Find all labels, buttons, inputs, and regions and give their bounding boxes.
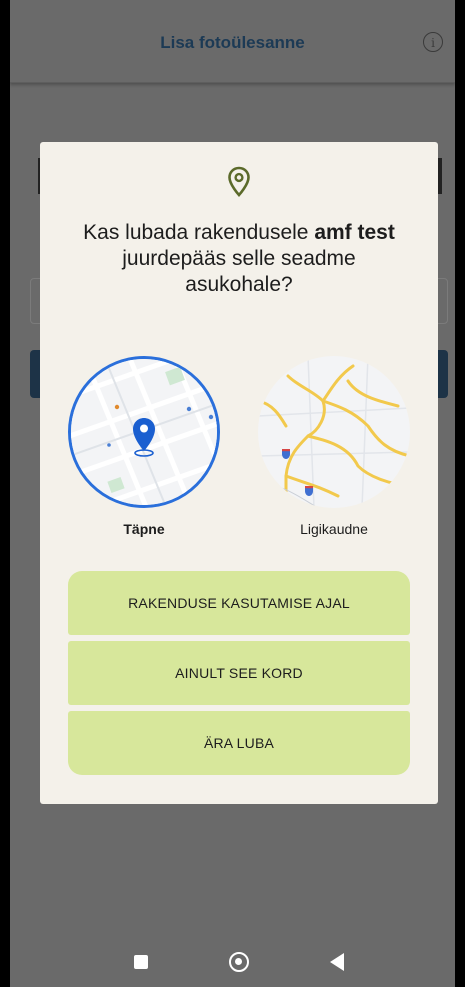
phone-screen: Lisa fotoülesanne i Kas lubada rakenduse… xyxy=(10,0,455,987)
back-icon[interactable] xyxy=(330,953,344,971)
precise-map-illustration xyxy=(68,356,220,508)
allow-only-this-time-button[interactable]: AINULT SEE KORD xyxy=(68,641,410,705)
precise-location-option[interactable]: Täpne xyxy=(68,356,220,537)
permission-question: Kas lubada rakendusele amf test juurdepä… xyxy=(70,220,408,298)
home-icon[interactable] xyxy=(229,952,249,972)
home-icon-dot xyxy=(235,958,242,965)
question-suffix: juurdepääs selle seadme asukohale? xyxy=(122,247,356,296)
app-bar: Lisa fotoülesanne i xyxy=(10,0,455,83)
location-permission-dialog: Kas lubada rakendusele amf test juurdepä… xyxy=(40,142,438,804)
info-icon[interactable]: i xyxy=(423,32,443,52)
approximate-map-illustration xyxy=(258,356,410,508)
question-prefix: Kas lubada rakendusele xyxy=(83,221,315,244)
deny-button[interactable]: ÄRA LUBA xyxy=(68,711,410,775)
app-name: amf test xyxy=(314,221,395,244)
location-pin-icon xyxy=(228,166,250,197)
precise-label: Täpne xyxy=(123,521,165,537)
page-title: Lisa fotoülesanne xyxy=(160,33,305,52)
approximate-location-option[interactable]: Ligikaudne xyxy=(258,356,410,537)
recents-icon[interactable] xyxy=(134,955,148,969)
background-edge-mark xyxy=(438,158,442,194)
allow-while-using-button[interactable]: RAKENDUSE KASUTAMISE AJAL xyxy=(68,571,410,635)
approximate-label: Ligikaudne xyxy=(300,521,368,537)
